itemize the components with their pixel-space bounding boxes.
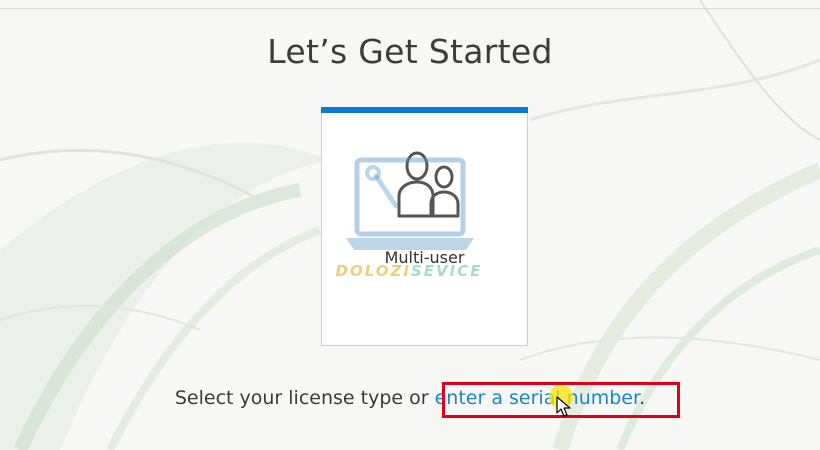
enter-serial-number-link[interactable]: enter a serial number [435,387,639,409]
prompt-text: Select your license type or [174,387,435,409]
multi-user-license-card[interactable]: Multi-user [321,107,528,346]
card-accent-bar [321,107,528,113]
prompt-suffix: . [639,387,646,409]
multi-user-icon [397,151,460,218]
card-label: Multi-user [384,248,465,267]
top-divider [0,8,820,9]
license-prompt: Select your license type or enter a seri… [0,387,820,409]
page-title: Let’s Get Started [267,32,553,71]
